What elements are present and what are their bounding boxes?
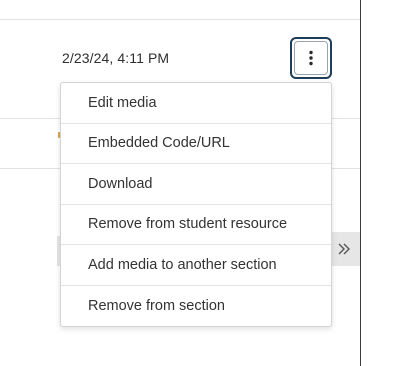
menu-item-label: Embedded Code/URL xyxy=(88,135,230,152)
actions-dropdown-menu: Edit media Embedded Code/URL Download Re… xyxy=(60,82,332,327)
more-actions-button[interactable] xyxy=(290,37,332,79)
menu-item-label: Remove from student resource xyxy=(88,216,288,233)
menu-item-label: Remove from section xyxy=(88,297,225,314)
menu-item-edit-media[interactable]: Edit media xyxy=(61,83,331,124)
menu-item-download[interactable]: Download xyxy=(61,164,331,205)
row-divider-top xyxy=(0,19,360,20)
media-list-panel: 2/23/24, 4:11 PM Edit media Embedded Cod… xyxy=(0,0,361,366)
menu-item-embedded-code-url[interactable]: Embedded Code/URL xyxy=(61,124,331,164)
menu-item-add-media-to-another-section[interactable]: Add media to another section xyxy=(61,245,331,286)
menu-item-label: Download xyxy=(88,175,153,192)
kebab-vertical-icon xyxy=(309,50,313,66)
menu-item-label: Add media to another section xyxy=(88,256,277,273)
more-actions-button-inner xyxy=(294,41,328,75)
media-timestamp: 2/23/24, 4:11 PM xyxy=(62,50,170,66)
menu-item-label: Edit media xyxy=(88,94,157,111)
menu-item-remove-from-student-resource[interactable]: Remove from student resource xyxy=(61,205,331,245)
menu-item-remove-from-section[interactable]: Remove from section xyxy=(61,286,331,327)
next-page-button[interactable] xyxy=(328,232,360,266)
double-chevron-right-icon xyxy=(338,243,350,255)
